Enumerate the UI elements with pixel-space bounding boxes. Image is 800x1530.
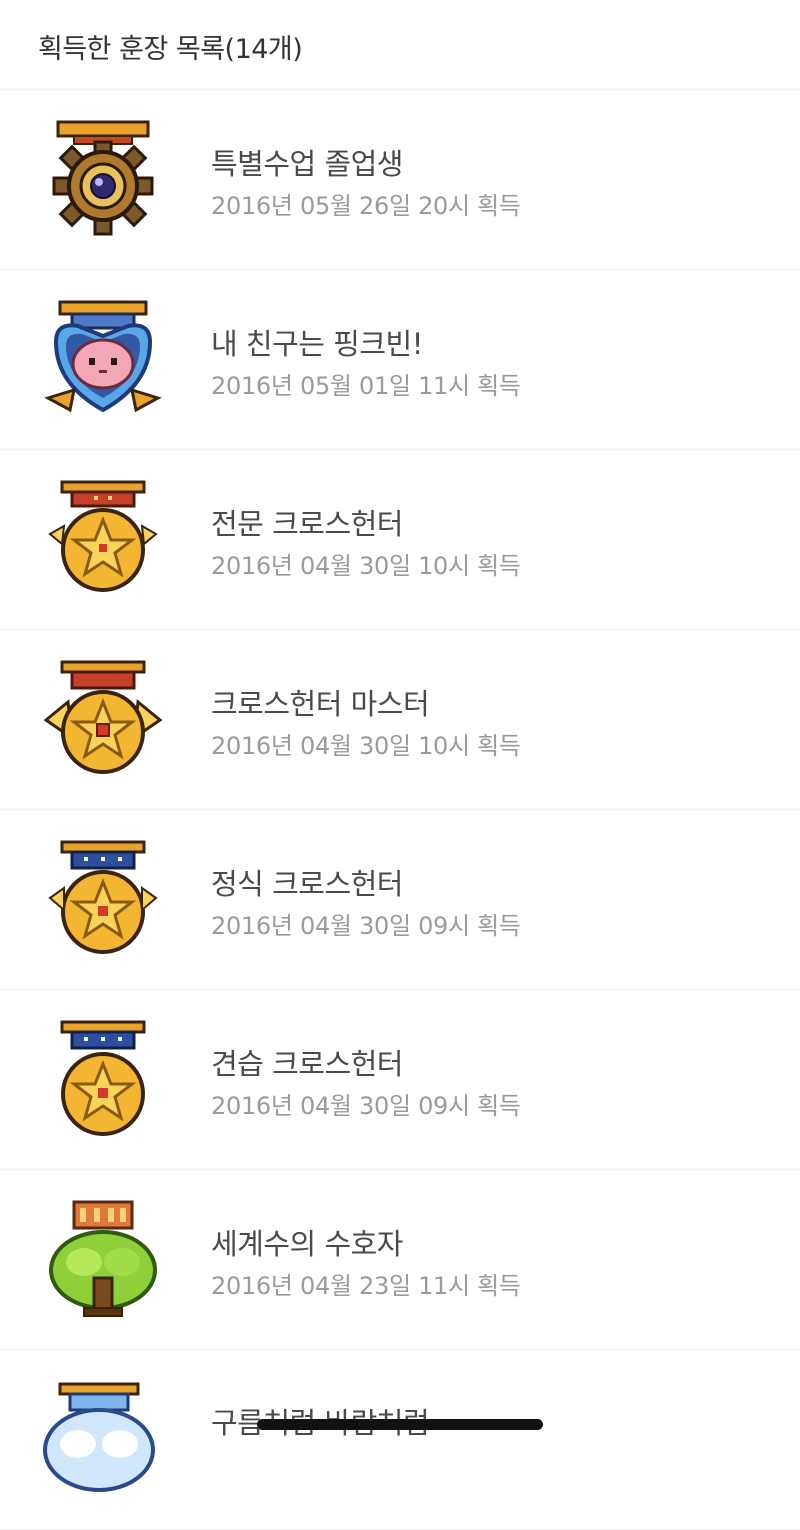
medal-list-item[interactable]: 내 친구는 핑크빈! 2016년 05월 01일 11시 획득 xyxy=(0,270,800,450)
page-header: 획득한 훈장 목록(14개) xyxy=(0,0,800,90)
medal-list-item[interactable]: 크로스헌터 마스터 2016년 04월 30일 10시 획득 xyxy=(0,630,800,810)
star-medal-winged-icon xyxy=(44,660,162,774)
medal-date: 2016년 04월 30일 09시 획득 xyxy=(211,1092,521,1120)
home-indicator[interactable] xyxy=(257,1419,543,1430)
medal-date: 2016년 04월 30일 09시 획득 xyxy=(211,912,521,940)
medal-list: 특별수업 졸업생 2016년 05월 26일 20시 획득 내 친구는 핑크빈!… xyxy=(0,90,800,1530)
medal-name: 정식 크로스헌터 xyxy=(211,867,403,901)
pink-bean-medal-icon xyxy=(44,300,162,413)
medal-date: 2016년 05월 01일 11시 획득 xyxy=(211,372,521,400)
medal-date: 2016년 04월 30일 10시 획득 xyxy=(211,552,521,580)
medal-list-item[interactable]: 특별수업 졸업생 2016년 05월 26일 20시 획득 xyxy=(0,90,800,270)
cloud-medal-icon xyxy=(43,1382,155,1492)
medal-list-item[interactable]: 정식 크로스헌터 2016년 04월 30일 09시 획득 xyxy=(0,810,800,990)
medal-date: 2016년 05월 26일 20시 획득 xyxy=(211,192,521,220)
star-medal-blue-icon xyxy=(48,840,158,954)
medal-name: 견습 크로스헌터 xyxy=(211,1047,403,1081)
page-title: 획득한 훈장 목록(14개) xyxy=(38,34,303,65)
medal-name: 내 친구는 핑크빈! xyxy=(211,327,423,361)
medal-name: 전문 크로스헌터 xyxy=(211,507,403,541)
medal-date: 2016년 04월 23일 11시 획득 xyxy=(211,1272,521,1300)
medal-list-item[interactable]: 세계수의 수호자 2016년 04월 23일 11시 획득 xyxy=(0,1170,800,1350)
medal-name: 크로스헌터 마스터 xyxy=(211,687,430,721)
star-medal-blue-plain-icon xyxy=(60,1020,146,1136)
star-medal-icon xyxy=(48,480,158,592)
medal-list-item[interactable]: 구름처럼 바람처럼 xyxy=(0,1350,800,1530)
gear-medal-icon xyxy=(52,120,154,236)
tree-medal-icon xyxy=(49,1200,157,1317)
medal-date: 2016년 04월 30일 10시 획득 xyxy=(211,732,521,760)
medal-name: 세계수의 수호자 xyxy=(211,1227,403,1261)
medal-list-item[interactable]: 전문 크로스헌터 2016년 04월 30일 10시 획득 xyxy=(0,450,800,630)
medal-name: 특별수업 졸업생 xyxy=(211,147,403,181)
medal-list-item[interactable]: 견습 크로스헌터 2016년 04월 30일 09시 획득 xyxy=(0,990,800,1170)
